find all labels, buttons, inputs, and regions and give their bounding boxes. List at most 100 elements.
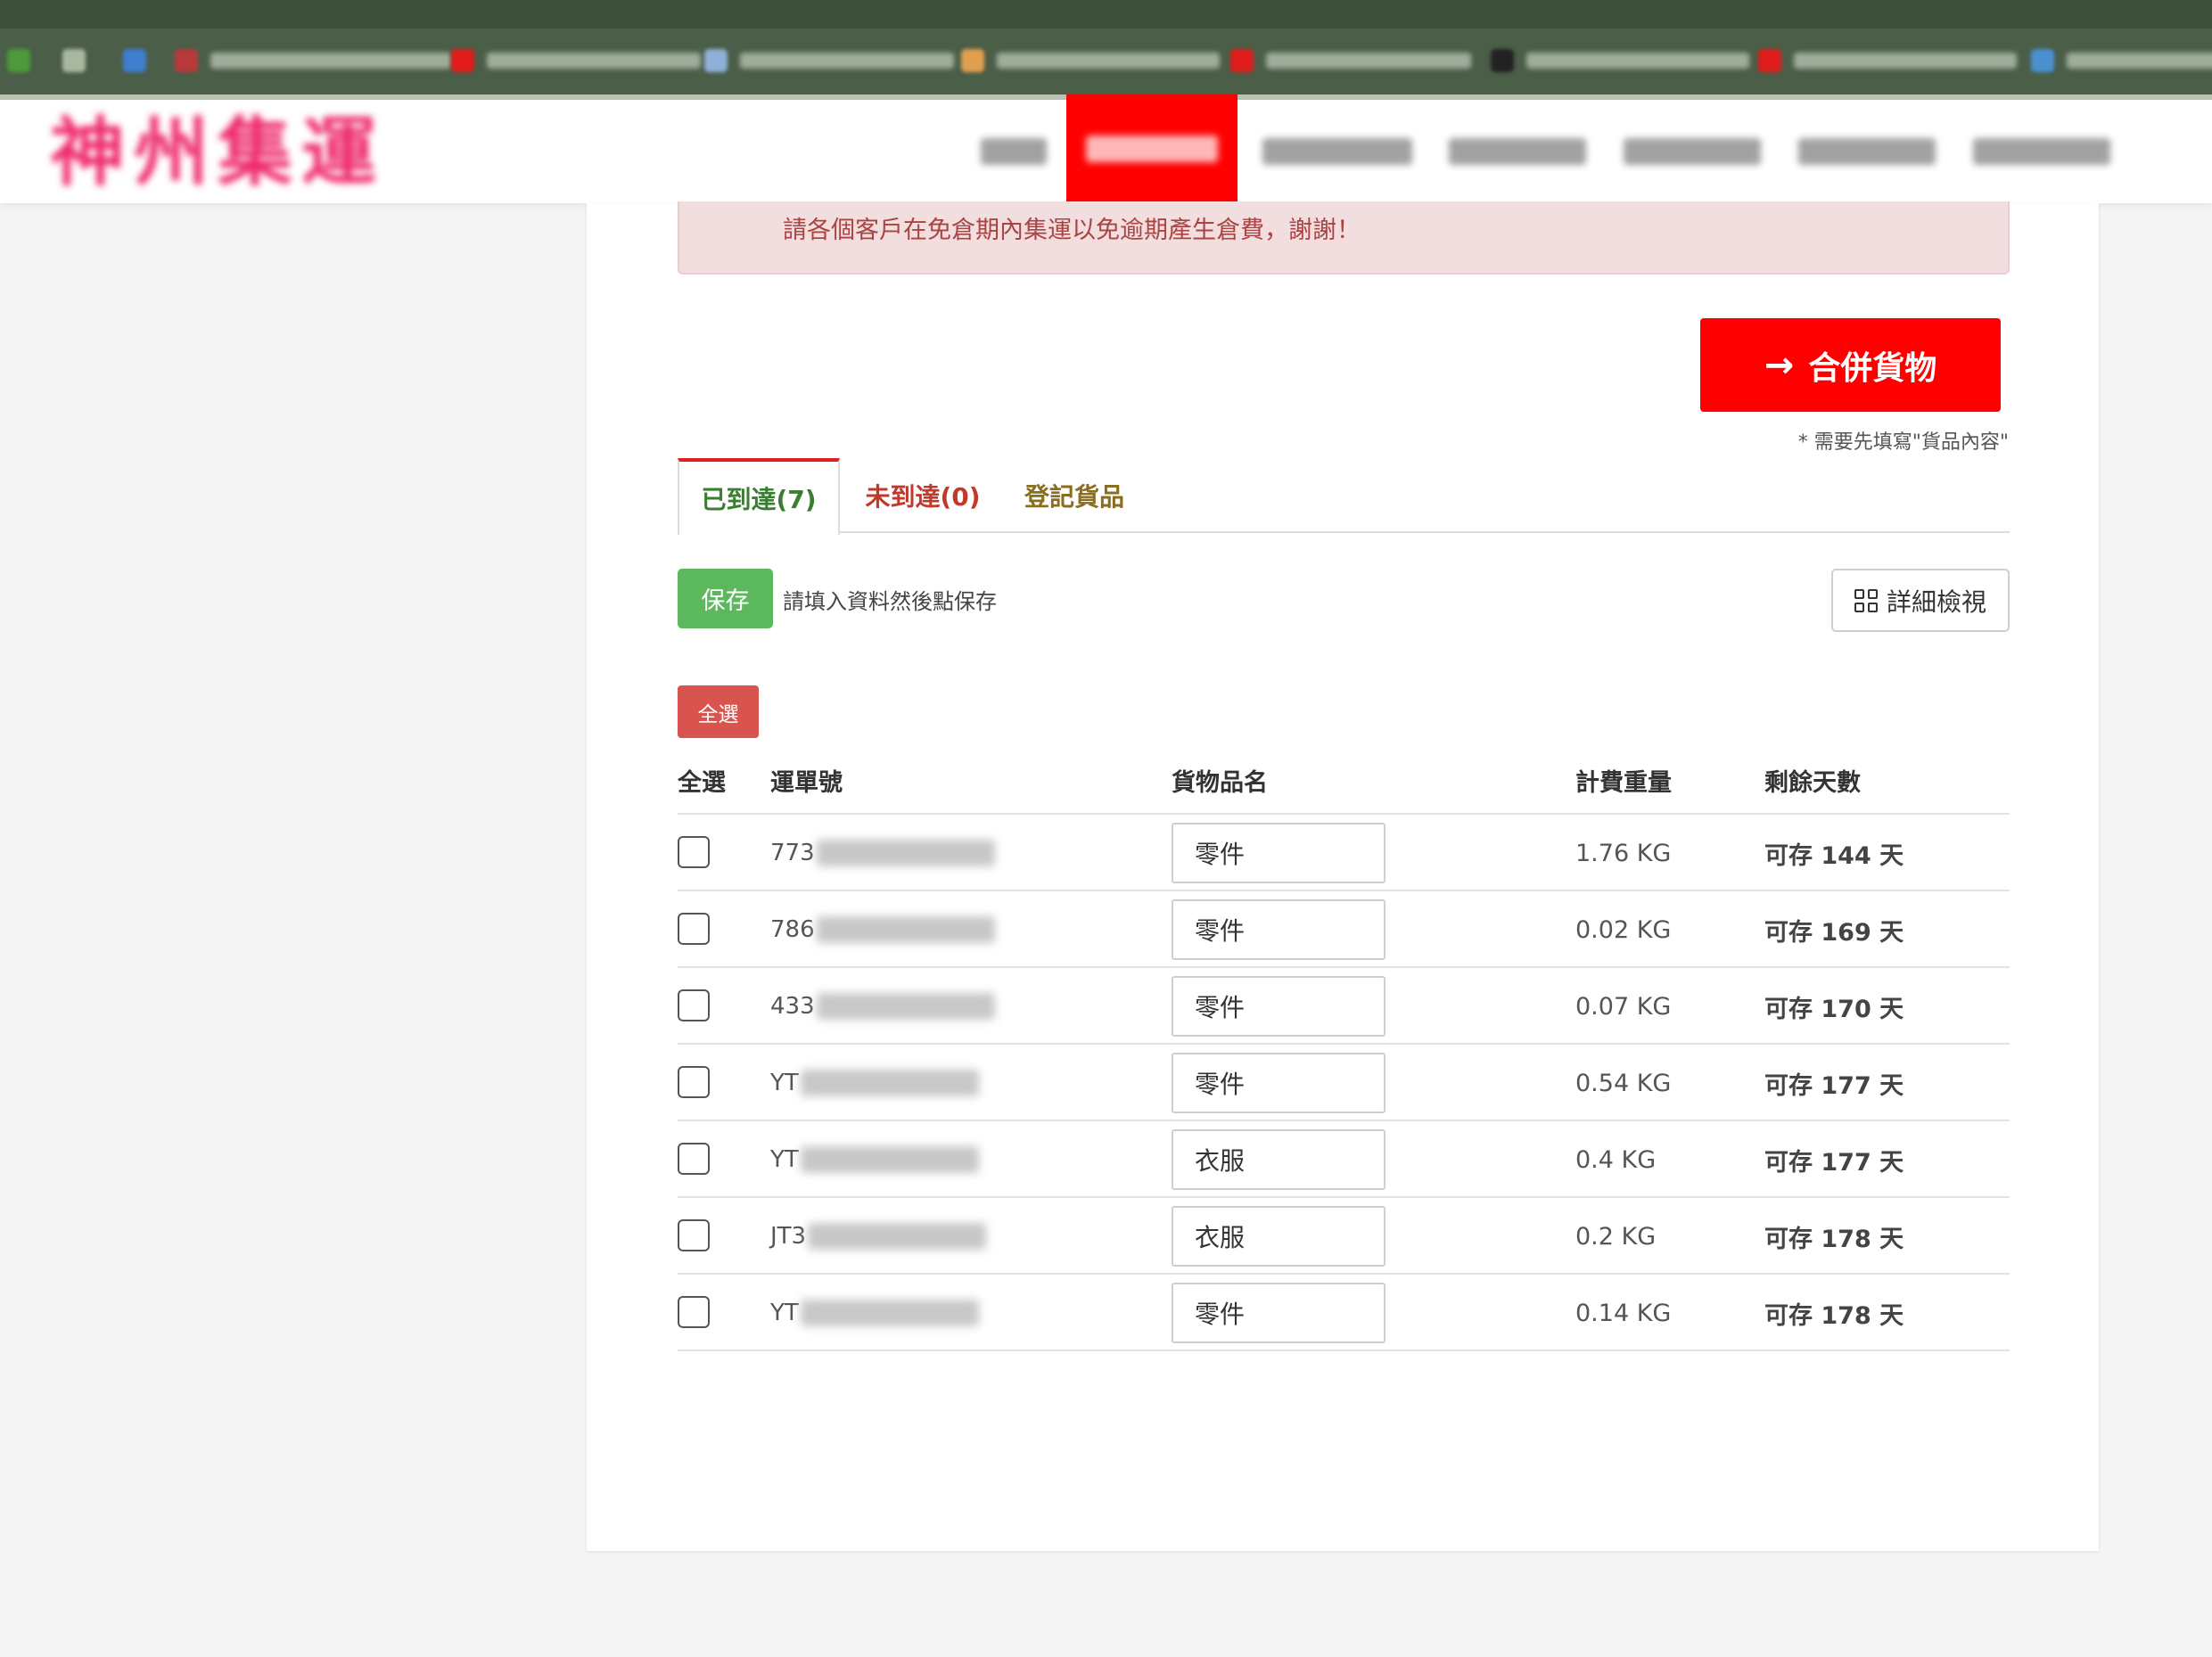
- waybill-number: JT3: [770, 1198, 987, 1275]
- photos-icon: [961, 49, 984, 72]
- waybill-number: 773: [770, 815, 995, 891]
- goods-name-input[interactable]: [1172, 1206, 1386, 1267]
- save-hint: 請填入資料然後點保存: [783, 589, 997, 614]
- billing-weight: 0.4 KG: [1575, 1145, 1657, 1174]
- nav-item-4[interactable]: [1437, 100, 1598, 203]
- doc-icon: [704, 49, 728, 72]
- detail-view-button[interactable]: 詳細檢視: [1831, 569, 2010, 632]
- billing-weight: 0.54 KG: [1575, 1069, 1672, 1097]
- remaining-days: 可存 177 天: [1764, 1148, 1904, 1177]
- waybill-redacted: [800, 1300, 979, 1326]
- nav-item-6[interactable]: [1787, 100, 1947, 203]
- bookmarks-bar: [0, 29, 2212, 94]
- waybill-number: YT: [770, 1045, 979, 1121]
- nav-home[interactable]: [974, 100, 1054, 203]
- goods-name-input[interactable]: [1172, 823, 1386, 883]
- tab-register-goods[interactable]: 登記貨品: [1007, 458, 1141, 533]
- waybill-redacted: [816, 916, 995, 943]
- cloud-icon: [2031, 49, 2054, 72]
- header-select-all: 全選: [678, 769, 726, 797]
- nav-download-app[interactable]: [1248, 100, 1427, 203]
- alert-text: 請各個客戶在免倉期內集運以免逾期產生倉費，謝謝！: [783, 217, 1361, 244]
- goods-name-input[interactable]: [1172, 1283, 1386, 1343]
- tab-arrived[interactable]: 已到達(7): [678, 458, 840, 535]
- storage-alert: 請各個客戶在免倉期內集運以免逾期產生倉費，謝謝！: [678, 201, 2010, 275]
- site-logo[interactable]: 神州集運: [50, 109, 389, 196]
- header-remaining-days: 剩餘天數: [1764, 769, 1861, 797]
- detail-view-label: 詳細檢視: [1886, 587, 1986, 617]
- waybill-redacted: [816, 993, 995, 1020]
- table-header: 全選 運單號 貨物品名 計費重量 剩餘天數: [678, 751, 2010, 815]
- youtube-icon: [1230, 49, 1254, 72]
- leaf-icon: [7, 49, 30, 72]
- bookmark-item[interactable]: [1758, 45, 2017, 77]
- table-row: 786 0.02 KG 可存 169 天: [678, 891, 2010, 968]
- save-button[interactable]: 保存: [678, 569, 773, 628]
- row-checkbox[interactable]: [678, 913, 710, 945]
- bookmark-item[interactable]: [2031, 45, 2212, 77]
- header-goods-name: 貨物品名: [1172, 769, 1268, 797]
- billing-weight: 0.14 KG: [1575, 1299, 1672, 1327]
- youtube-icon: [1758, 49, 1781, 72]
- goods-name-input[interactable]: [1172, 1129, 1386, 1190]
- tab-not-arrived[interactable]: 未到達(0): [847, 458, 999, 533]
- goods-name-input[interactable]: [1172, 976, 1386, 1037]
- header-weight: 計費重量: [1575, 769, 1672, 797]
- bookmark-label-redacted: [1794, 53, 2017, 69]
- row-checkbox[interactable]: [678, 1296, 710, 1328]
- table-row: YT 0.14 KG 可存 178 天: [678, 1275, 2010, 1351]
- row-checkbox[interactable]: [678, 1143, 710, 1175]
- black-circle-icon: [1491, 49, 1514, 72]
- billing-weight: 0.07 KG: [1575, 992, 1672, 1021]
- page-icon: [62, 49, 86, 72]
- table-row: 433 0.07 KG 可存 170 天: [678, 968, 2010, 1045]
- nav-active[interactable]: [1066, 94, 1238, 203]
- header-waybill: 運單號: [770, 769, 843, 797]
- bookmark-item[interactable]: [123, 45, 159, 77]
- nav-item-7[interactable]: [1961, 100, 2122, 203]
- bookmark-label-redacted: [210, 53, 451, 69]
- bookmark-item[interactable]: [7, 45, 43, 77]
- bookmark-item[interactable]: [1230, 45, 1471, 77]
- waybill-redacted: [808, 1223, 987, 1250]
- row-checkbox[interactable]: [678, 1219, 710, 1251]
- remaining-days: 可存 178 天: [1764, 1225, 1904, 1253]
- bookmark-item[interactable]: [961, 45, 1220, 77]
- bookmark-label-redacted: [2067, 53, 2212, 69]
- bookmark-item[interactable]: [704, 45, 954, 77]
- row-checkbox[interactable]: [678, 1066, 710, 1098]
- goods-name-input[interactable]: [1172, 899, 1386, 960]
- red-star-icon: [175, 49, 198, 72]
- waybill-redacted: [800, 1070, 979, 1096]
- bookmark-item[interactable]: [1491, 45, 1749, 77]
- status-tabs: 已到達(7) 未到達(0) 登記貨品: [678, 458, 2010, 535]
- bookmark-item[interactable]: [175, 45, 451, 77]
- merge-note: * 需要先填寫"貨品內容": [1797, 431, 2009, 454]
- goods-name-input[interactable]: [1172, 1053, 1386, 1113]
- bookmark-label-redacted: [997, 53, 1220, 69]
- waybill-number: 433: [770, 968, 995, 1045]
- bookmark-item[interactable]: [62, 45, 98, 77]
- nav-item-5[interactable]: [1612, 100, 1772, 203]
- bookmark-item[interactable]: [451, 45, 701, 77]
- parcel-table: 全選 運單號 貨物品名 計費重量 剩餘天數 773 1.76 KG 可存 144…: [678, 751, 2010, 1351]
- waybill-redacted: [800, 1146, 979, 1173]
- table-row: YT 0.54 KG 可存 177 天: [678, 1045, 2010, 1121]
- bookmark-label-redacted: [487, 53, 701, 69]
- remaining-days: 可存 178 天: [1764, 1301, 1904, 1330]
- merge-goods-label: 合併貨物: [1808, 349, 1937, 387]
- remaining-days: 可存 169 天: [1764, 918, 1904, 947]
- merge-goods-button[interactable]: → 合併貨物: [1700, 318, 2001, 412]
- row-checkbox[interactable]: [678, 836, 710, 868]
- billing-weight: 1.76 KG: [1575, 839, 1672, 867]
- row-checkbox[interactable]: [678, 989, 710, 1021]
- table-row: YT 0.4 KG 可存 177 天: [678, 1121, 2010, 1198]
- waybill-number: 786: [770, 891, 995, 968]
- blue-app-icon: [123, 49, 146, 72]
- grid-icon: [1854, 588, 1878, 612]
- remaining-days: 可存 144 天: [1764, 841, 1904, 870]
- youtube-icon: [451, 49, 474, 72]
- select-all-button[interactable]: 全選: [678, 685, 759, 738]
- table-row: 773 1.76 KG 可存 144 天: [678, 815, 2010, 891]
- remaining-days: 可存 177 天: [1764, 1071, 1904, 1100]
